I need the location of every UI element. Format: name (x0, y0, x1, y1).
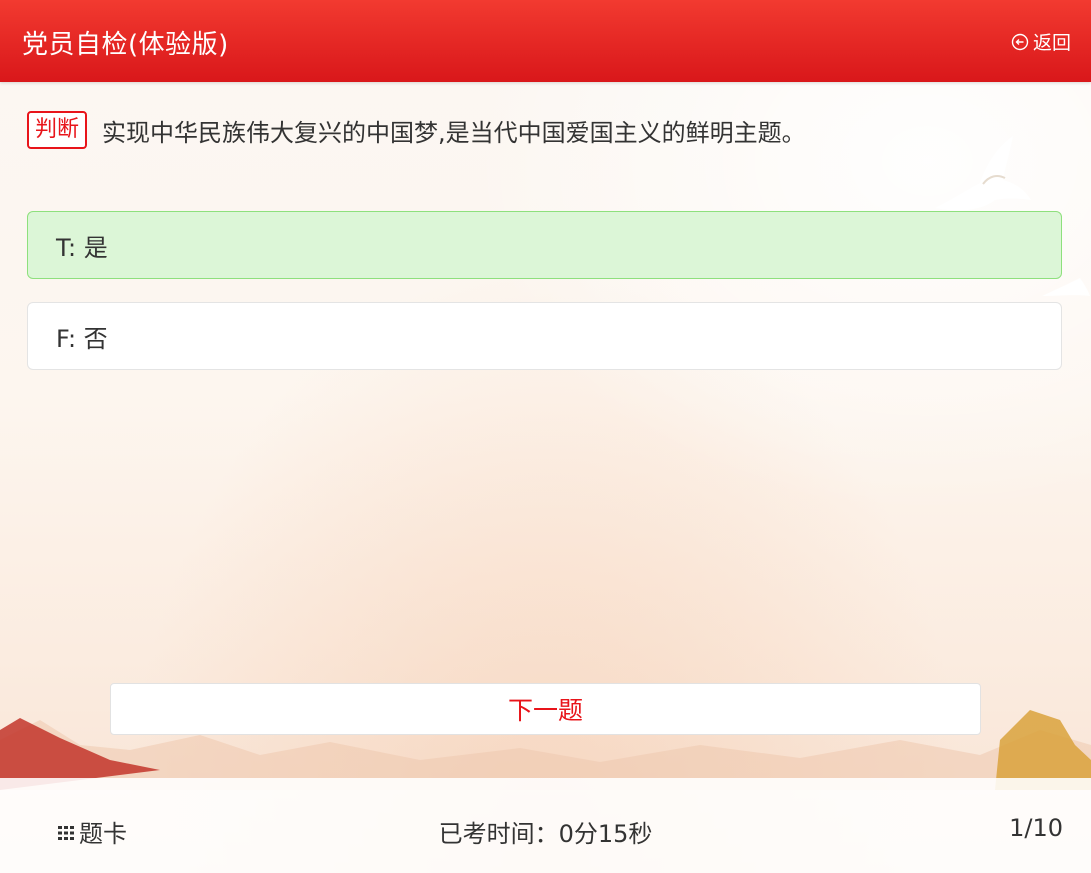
next-question-button[interactable]: 下一题 (110, 683, 981, 735)
dove-decoration (935, 136, 1031, 211)
question: 判断 实现中华民族伟大复兴的中国梦,是当代中国爱国主义的鲜明主题。 (27, 111, 806, 149)
option-true[interactable]: T: 是 (27, 211, 1062, 279)
top-bar: 党员自检(体验版) 返回 (0, 0, 1091, 82)
back-button[interactable]: 返回 (1011, 28, 1071, 55)
next-question-label: 下一题 (507, 696, 583, 725)
question-text: 实现中华民族伟大复兴的中国梦,是当代中国爱国主义的鲜明主题。 (102, 118, 806, 147)
option-false[interactable]: F: 否 (27, 302, 1062, 370)
background-texture (0, 82, 1091, 873)
question-type-badge: 判断 (27, 111, 88, 149)
bottom-bar: 题卡 已考时间：0分15秒 1/10 (0, 778, 1091, 873)
option-label: T: 是 (56, 233, 108, 262)
back-label: 返回 (1032, 32, 1071, 54)
page-title: 党员自检(体验版) (22, 30, 229, 60)
option-label: F: 否 (56, 324, 108, 353)
elapsed-time: 已考时间：0分15秒 (438, 820, 653, 848)
question-progress: 1/10 (1009, 814, 1063, 842)
circle-arrow-left-icon (1011, 33, 1029, 51)
